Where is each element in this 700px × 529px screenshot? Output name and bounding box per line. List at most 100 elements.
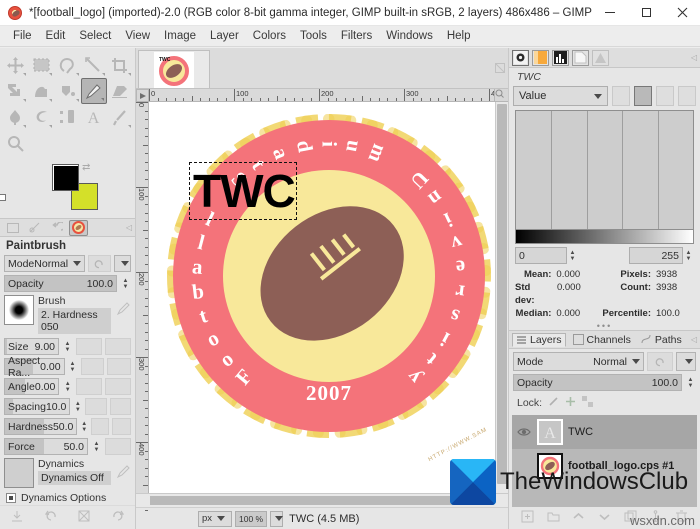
brush-value[interactable]: 2. Hardness 050 bbox=[38, 308, 111, 334]
lock-position-icon[interactable] bbox=[565, 396, 576, 410]
logarithmic-view-button[interactable] bbox=[634, 86, 652, 106]
hardness-stepper[interactable]: ▲ ▼ bbox=[80, 419, 88, 434]
raise-layer-icon[interactable] bbox=[572, 510, 585, 526]
lock-alpha-icon[interactable] bbox=[582, 396, 594, 410]
bucket-fill-tool[interactable] bbox=[54, 78, 80, 104]
layer-mode-select[interactable]: Mode Normal bbox=[513, 352, 644, 371]
hardness-dynamics-button[interactable] bbox=[112, 418, 131, 435]
range-high-stepper[interactable]: ▲ ▼ bbox=[683, 248, 694, 263]
opacity-stepper[interactable]: ▲ ▼ bbox=[120, 276, 131, 291]
right-dock-menu-icon[interactable]: ◁ bbox=[691, 53, 697, 62]
move-tool[interactable] bbox=[2, 52, 28, 78]
angle-stepper[interactable]: ▲ ▼ bbox=[62, 379, 73, 394]
device-status-icon[interactable] bbox=[532, 49, 549, 66]
delete-options-icon[interactable] bbox=[78, 510, 90, 525]
vertical-ruler[interactable]: 0 100 200 300 400 bbox=[136, 102, 149, 511]
canvas[interactable]: FootballStadiumUniversity 2007 HTTP://WW… bbox=[149, 102, 495, 493]
layer-mode-reset-button[interactable] bbox=[647, 352, 673, 371]
dynamics-options-row[interactable]: Dynamics Options bbox=[6, 492, 131, 504]
histogram-icon[interactable] bbox=[552, 49, 569, 66]
zoom-out-histogram-button[interactable] bbox=[656, 86, 674, 106]
new-group-icon[interactable] bbox=[547, 510, 560, 526]
zoom-dropdown-button[interactable] bbox=[270, 510, 284, 527]
spacing-reset-button[interactable] bbox=[85, 398, 107, 415]
layers-menu-icon[interactable]: ◁ bbox=[691, 335, 697, 344]
lower-layer-icon[interactable] bbox=[598, 510, 611, 526]
force-reset-button[interactable] bbox=[105, 438, 131, 455]
brush-thumbnail[interactable] bbox=[4, 295, 34, 325]
crop-tool[interactable] bbox=[107, 52, 133, 78]
menu-layer[interactable]: Layer bbox=[203, 28, 246, 44]
rectangle-select-tool[interactable] bbox=[28, 52, 54, 78]
aspect-ratio-slider[interactable]: Aspect Ra... 0.00 bbox=[4, 355, 65, 379]
menu-filters[interactable]: Filters bbox=[334, 28, 379, 44]
menu-colors[interactable]: Colors bbox=[246, 28, 293, 44]
menu-windows[interactable]: Windows bbox=[379, 28, 440, 44]
range-low-input[interactable]: 0 bbox=[515, 247, 567, 264]
tab-paths[interactable]: Paths bbox=[638, 334, 685, 346]
menu-select[interactable]: Select bbox=[72, 28, 118, 44]
paintbrush-tool[interactable] bbox=[80, 78, 107, 104]
zoom-value[interactable]: 100 % bbox=[235, 510, 268, 527]
smudge-tool[interactable] bbox=[2, 104, 28, 130]
layer-opacity-stepper[interactable]: ▲ ▼ bbox=[685, 375, 696, 390]
image-tab-icon[interactable] bbox=[3, 220, 22, 236]
ruler-corner-button[interactable] bbox=[136, 89, 149, 102]
aspect-ratio-dynamics-button[interactable] bbox=[107, 358, 132, 375]
text-layer-thumb[interactable]: A bbox=[537, 419, 563, 445]
vertical-scrollbar[interactable] bbox=[495, 102, 508, 493]
restore-options-icon[interactable] bbox=[44, 510, 57, 525]
tab-layers[interactable]: Layers bbox=[512, 332, 566, 347]
color-picker-tool[interactable] bbox=[107, 104, 133, 130]
histogram-menu-button[interactable] bbox=[678, 86, 696, 106]
layer-opacity-slider[interactable]: Opacity 100.0 bbox=[513, 374, 682, 391]
angle-dynamics-button[interactable] bbox=[105, 378, 131, 395]
text-selection-box[interactable] bbox=[189, 162, 297, 220]
linear-view-button[interactable] bbox=[612, 86, 630, 106]
spacing-slider[interactable]: Spacing 10.0 bbox=[4, 398, 71, 415]
spacing-dynamics-button[interactable] bbox=[109, 398, 131, 415]
tab-menu-icon[interactable] bbox=[492, 48, 508, 88]
spacing-stepper[interactable]: ▲ ▼ bbox=[73, 399, 82, 414]
images-tab-icon[interactable] bbox=[69, 219, 88, 236]
zoom-tool[interactable] bbox=[2, 130, 28, 156]
size-stepper[interactable]: ▲ ▼ bbox=[62, 339, 73, 354]
dock-menu-icon[interactable]: ◁ bbox=[126, 223, 132, 232]
channel-select[interactable]: Value bbox=[513, 86, 608, 106]
dynamics-thumbnail[interactable] bbox=[4, 458, 34, 488]
horizontal-ruler[interactable]: 0100200300400 bbox=[149, 89, 508, 102]
maximize-button[interactable] bbox=[628, 0, 664, 26]
eye-icon[interactable] bbox=[516, 427, 532, 437]
menu-edit[interactable]: Edit bbox=[39, 28, 73, 44]
free-select-tool[interactable] bbox=[54, 52, 80, 78]
menu-image[interactable]: Image bbox=[157, 28, 203, 44]
mode-reset-button[interactable] bbox=[88, 255, 111, 272]
undo-history-tab-icon[interactable] bbox=[47, 220, 66, 236]
dock-resize-grip[interactable]: ••• bbox=[509, 321, 700, 331]
angle-reset-button[interactable] bbox=[76, 378, 103, 395]
navigation-button[interactable] bbox=[494, 89, 508, 101]
hardness-reset-button[interactable] bbox=[90, 418, 110, 435]
mode-select[interactable]: Mode Normal bbox=[4, 255, 86, 272]
aspect-ratio-reset-button[interactable] bbox=[80, 358, 105, 375]
size-reset-button[interactable] bbox=[76, 338, 102, 355]
menu-view[interactable]: View bbox=[118, 28, 157, 44]
edit-brush-icon[interactable] bbox=[115, 295, 131, 321]
size-slider[interactable]: Size 9.00 bbox=[4, 338, 59, 355]
transform-tool[interactable] bbox=[2, 78, 28, 104]
list-item[interactable]: A TWC bbox=[512, 415, 697, 449]
reset-colors-icon[interactable] bbox=[0, 192, 6, 204]
edit-dynamics-icon[interactable] bbox=[115, 458, 131, 484]
hardness-slider[interactable]: Hardness 50.0 bbox=[4, 418, 78, 435]
menu-tools[interactable]: Tools bbox=[293, 28, 334, 44]
mode-menu-button[interactable] bbox=[113, 255, 131, 272]
swap-colors-icon[interactable]: ⇄ bbox=[82, 162, 90, 173]
minimize-button[interactable] bbox=[592, 0, 628, 26]
new-layer-icon[interactable] bbox=[521, 510, 534, 526]
layer-mode-menu-button[interactable] bbox=[676, 352, 696, 371]
opacity-slider[interactable]: Opacity 100.0 bbox=[4, 275, 117, 292]
measure-tool[interactable] bbox=[81, 52, 107, 78]
reset-options-icon[interactable] bbox=[112, 510, 125, 525]
eraser-tool[interactable] bbox=[107, 78, 133, 104]
size-dynamics-button[interactable] bbox=[105, 338, 131, 355]
